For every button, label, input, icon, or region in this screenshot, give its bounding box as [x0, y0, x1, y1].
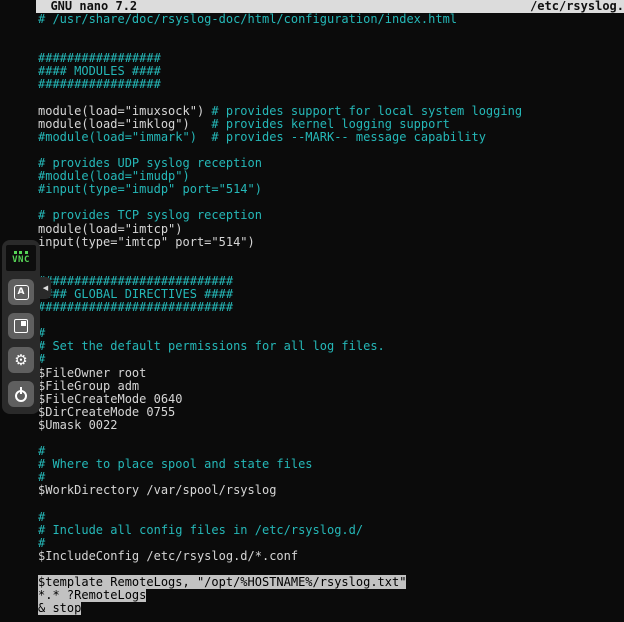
editor-line: # Set the default permissions for all lo…	[38, 340, 624, 353]
editor-line: # Where to place spool and state files	[38, 458, 624, 471]
editor-line: $DirCreateMode 0755	[38, 406, 624, 419]
editor-line	[38, 432, 624, 445]
editor-line: # Include all config files in /etc/rsysl…	[38, 524, 624, 537]
editor-line: ###########################	[38, 301, 624, 314]
keyboard-icon: A	[14, 285, 29, 300]
editor-line: $IncludeConfig /etc/rsyslog.d/*.conf	[38, 550, 624, 563]
nano-file-path: /etc/rsyslog.	[530, 0, 624, 13]
editor-line: $WorkDirectory /var/spool/rsyslog	[38, 484, 624, 497]
chevron-left-icon: ◀	[43, 284, 48, 292]
gear-icon: ⚙	[14, 353, 27, 368]
novnc-logo-dots	[14, 251, 28, 254]
editor-line	[38, 497, 624, 510]
clipboard-button[interactable]: A	[8, 279, 34, 305]
panel-collapse-handle[interactable]: ◀	[40, 277, 51, 299]
novnc-control-panel: VNC A ⚙	[2, 240, 40, 414]
editor-line: *.* ?RemoteLogs	[38, 589, 624, 602]
novnc-logo-text: VNC	[12, 256, 30, 265]
editor-line: input(type="imtcp" port="514")	[38, 236, 624, 249]
terminal: GNU nano 7.2 /etc/rsyslog. # /usr/share/…	[36, 0, 624, 622]
power-button[interactable]	[8, 381, 34, 407]
editor-line	[38, 26, 624, 39]
editor-lines[interactable]: # /usr/share/doc/rsyslog-doc/html/config…	[36, 13, 624, 615]
fullscreen-button[interactable]	[8, 313, 34, 339]
fullscreen-icon	[14, 319, 28, 333]
editor-line	[38, 314, 624, 327]
editor-line: $Umask 0022	[38, 419, 624, 432]
editor-line: #input(type="imudp" port="514")	[38, 183, 624, 196]
editor-line	[38, 249, 624, 262]
editor-line: & stop	[38, 602, 624, 615]
editor-line: # /usr/share/doc/rsyslog-doc/html/config…	[38, 13, 624, 26]
screen: GNU nano 7.2 /etc/rsyslog. # /usr/share/…	[0, 0, 624, 622]
novnc-logo: VNC	[6, 245, 36, 271]
settings-button[interactable]: ⚙	[8, 347, 34, 373]
editor-line: #module(load="immark") # provides --MARK…	[38, 131, 624, 144]
power-icon	[14, 387, 28, 401]
editor-line: #################	[38, 78, 624, 91]
